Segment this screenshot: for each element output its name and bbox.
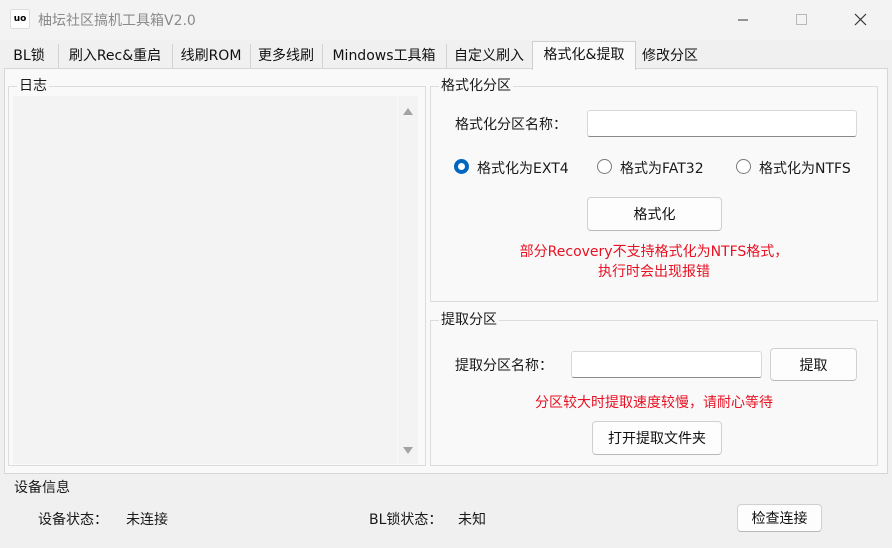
format-name-input[interactable] [587, 110, 857, 137]
tab-modify-partition[interactable]: 修改分区 [634, 44, 706, 68]
bl-status-value: 未知 [458, 512, 486, 528]
maximize-button[interactable] [778, 0, 824, 40]
window-title: 柚坛社区搞机工具箱V2.0 [38, 13, 196, 29]
tab-format-extract[interactable]: 格式化&提取 [532, 41, 636, 70]
bl-status-label: BL锁状态： [369, 512, 443, 528]
minimize-icon [738, 19, 748, 21]
radio-ext4-label: 格式化为EXT4 [477, 161, 569, 177]
format-warning-line2: 执行时会出现报错 [598, 264, 710, 280]
tab-bl-lock[interactable]: BL锁 [0, 44, 59, 68]
app-icon: uo [10, 9, 30, 29]
tab-more-flash[interactable]: 更多线刷 [250, 44, 323, 68]
device-info-title: 设备信息 [12, 479, 72, 497]
radio-ntfs-label: 格式化为NTFS [759, 161, 851, 177]
extract-button[interactable]: 提取 [770, 348, 857, 381]
close-button[interactable] [838, 0, 884, 40]
radio-fat32-label: 格式为FAT32 [620, 161, 704, 177]
scroll-up-icon[interactable] [402, 106, 414, 116]
extract-name-label: 提取分区名称： [455, 358, 553, 374]
format-partition-title: 格式化分区 [439, 77, 513, 95]
log-scrollbar[interactable] [398, 96, 418, 464]
radio-ext4[interactable]: 格式化为EXT4 [454, 158, 584, 178]
tab-flash-rec-reboot[interactable]: 刷入Rec&重启 [58, 44, 173, 68]
radio-fat32-indicator[interactable] [597, 159, 612, 174]
extract-warning: 分区较大时提取速度较慢，请耐心等待 [535, 395, 773, 411]
format-button[interactable]: 格式化 [587, 197, 722, 231]
radio-ext4-indicator[interactable] [454, 159, 469, 174]
device-status-value: 未连接 [126, 512, 168, 528]
scroll-down-icon[interactable] [402, 446, 414, 456]
log-textarea[interactable] [13, 96, 397, 464]
minimize-button[interactable] [720, 0, 766, 40]
tab-custom-flash[interactable]: 自定义刷入 [446, 44, 533, 68]
format-name-label: 格式化分区名称： [455, 117, 567, 133]
extract-name-input[interactable] [571, 351, 762, 378]
check-connection-button[interactable]: 检查连接 [737, 504, 822, 532]
radio-ntfs-indicator[interactable] [736, 159, 751, 174]
format-warning-line1: 部分Recovery不支持格式化为NTFS格式， [519, 244, 789, 260]
extract-partition-title: 提取分区 [439, 311, 499, 329]
tab-strip: BL锁 刷入Rec&重启 线刷ROM 更多线刷 Mindows工具箱 自定义刷入… [0, 40, 892, 70]
title-bar[interactable]: uo 柚坛社区搞机工具箱V2.0 [0, 0, 892, 40]
radio-ntfs[interactable]: 格式化为NTFS [736, 158, 866, 178]
log-title: 日志 [17, 77, 49, 95]
tab-flash-rom[interactable]: 线刷ROM [172, 44, 251, 68]
device-status-label: 设备状态： [38, 512, 108, 528]
open-extract-folder-button[interactable]: 打开提取文件夹 [592, 421, 722, 455]
maximize-icon [796, 14, 807, 25]
radio-fat32[interactable]: 格式为FAT32 [597, 158, 722, 178]
close-icon [854, 13, 867, 26]
tab-mindows-toolbox[interactable]: Mindows工具箱 [322, 44, 447, 68]
